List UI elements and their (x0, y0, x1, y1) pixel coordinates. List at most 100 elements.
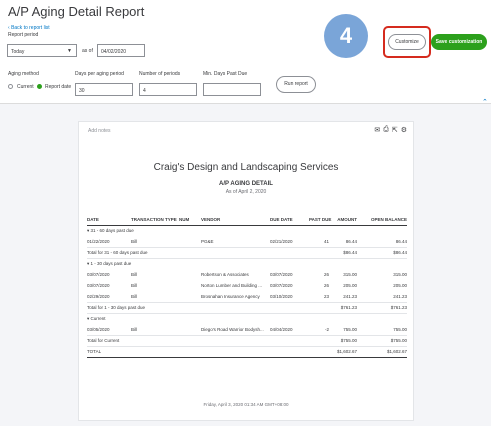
back-link-label: Back to report list (11, 25, 50, 31)
table-cell: 23 (323, 294, 329, 299)
customize-button[interactable]: Customize (388, 34, 426, 50)
table-cell: 315.00 (393, 272, 407, 277)
table-cell: 755.00 (393, 327, 407, 332)
table-cell: 86.44 (395, 239, 407, 244)
table-cell: 03/05/2020 (87, 327, 110, 332)
report-toolbar: A/P Aging Detail Report ‹ Back to report… (0, 0, 491, 106)
table-cell: Norton Lumber and Building ... (201, 283, 263, 288)
column-header: NUM (179, 217, 190, 222)
table-cell: 04/04/2020 (270, 327, 293, 332)
save-customization-button[interactable]: Save customization (431, 34, 487, 50)
grand-total-label: TOTAL (87, 349, 102, 354)
table-cell: 03/07/2020 (270, 272, 293, 277)
table-cell: 41 (323, 239, 329, 244)
report-period-value: Today (11, 49, 25, 55)
current-radio[interactable] (8, 84, 13, 89)
table-cell: 03/07/2020 (270, 283, 293, 288)
days-per-period-label: Days per aging period (75, 71, 124, 77)
collapse-chevron-up-icon[interactable]: ⌃ (482, 98, 488, 106)
num-periods-label: Number of periods (139, 71, 181, 77)
group-toggle[interactable]: ▾ Current (87, 316, 106, 322)
report-date-radio[interactable] (37, 84, 42, 89)
column-header: PAST DUE (309, 217, 332, 222)
table-cell: Bill (131, 294, 138, 299)
table-cell: PG&E (201, 239, 214, 244)
column-header: OPEN BALANCE (370, 217, 407, 222)
group-total-label: Total for 31 - 60 days past due (87, 250, 148, 255)
group-total-open: $86.44 (393, 250, 407, 255)
add-notes-link[interactable]: Add notes (88, 128, 111, 134)
table-cell: 86.44 (345, 239, 357, 244)
group-total-label: Total for Current (87, 338, 120, 343)
table-cell: 315.00 (343, 272, 357, 277)
min-days-input[interactable] (203, 83, 261, 96)
aging-method-label: Aging method (8, 71, 39, 77)
print-icon[interactable]: ⎙ (383, 126, 389, 134)
table-cell: Bill (131, 283, 138, 288)
page-title: A/P Aging Detail Report (8, 4, 145, 19)
table-cell: 205.00 (343, 283, 357, 288)
table-cell: Bill (131, 272, 138, 277)
table-cell: 205.00 (393, 283, 407, 288)
row-divider (87, 302, 407, 303)
report-date: As of April 2, 2020 (225, 189, 267, 195)
as-of-label: as of (82, 48, 93, 54)
current-option-label: Current (17, 84, 34, 90)
row-divider (87, 346, 407, 347)
group-total-open: $761.23 (390, 305, 407, 310)
envelope-icon[interactable]: ✉ (374, 126, 380, 134)
column-header: TRANSACTION TYPE (131, 217, 177, 222)
chevron-down-icon: ▼ (67, 48, 72, 54)
table-cell: 241.23 (393, 294, 407, 299)
group-total-amount: $755.00 (340, 338, 357, 343)
table-cell: Diego's Road Warrior Bodysh... (201, 327, 264, 332)
row-divider (87, 247, 407, 248)
step-number-badge: 4 (324, 14, 368, 58)
days-per-period-value: 30 (79, 88, 85, 94)
company-name: Craig's Design and Landscaping Services (153, 162, 339, 173)
table-cell: Robertson & Associates (201, 272, 249, 277)
export-icon[interactable]: ⇱ (392, 126, 398, 134)
as-of-date-value: 04/02/2020 (101, 49, 127, 55)
num-periods-value: 4 (143, 88, 146, 94)
report-actions: ✉ ⎙ ⇱ ⚙ (374, 126, 407, 134)
grand-total-amount: $1,602.67 (336, 349, 357, 354)
gear-icon[interactable]: ⚙ (401, 126, 407, 134)
back-to-report-list-link[interactable]: ‹ Back to report list (8, 25, 50, 31)
column-header: AMOUNT (337, 217, 357, 222)
table-cell: Brosnahan Insurance Agency (201, 294, 260, 299)
grand-total-open: $1,602.67 (386, 349, 407, 354)
group-total-amount: $761.23 (340, 305, 357, 310)
report-period-select[interactable]: Today ▼ (7, 44, 77, 57)
grand-total-divider (87, 357, 407, 358)
table-cell: 03/07/2020 (87, 272, 110, 277)
table-cell: 01/22/2020 (87, 239, 110, 244)
column-header: DUE DATE (270, 217, 293, 222)
column-header: VENDOR (201, 217, 221, 222)
table-cell: 03/10/2020 (270, 294, 293, 299)
table-cell: 755.00 (343, 327, 357, 332)
column-header: DATE (87, 217, 99, 222)
group-total-label: Total for 1 - 30 days past due (87, 305, 146, 310)
group-total-open: $755.00 (390, 338, 407, 343)
group-total-amount: $86.44 (343, 250, 357, 255)
group-toggle[interactable]: ▾ 31 - 60 days past due (87, 228, 134, 234)
table-cell: 26 (323, 272, 329, 277)
table-cell: Bill (131, 327, 138, 332)
group-toggle[interactable]: ▾ 1 - 30 days past due (87, 261, 131, 267)
report-sheet: Add notes ✉ ⎙ ⇱ ⚙ Craig's Design and Lan… (78, 121, 414, 421)
days-per-period-input[interactable]: 30 (75, 83, 133, 96)
table-cell: -2 (324, 327, 329, 332)
as-of-date-input[interactable]: 04/02/2020 (97, 44, 145, 57)
table-cell: 03/07/2020 (87, 283, 110, 288)
report-title: A/P AGING DETAIL (219, 181, 273, 187)
header-divider (87, 225, 407, 226)
run-report-button[interactable]: Run report (276, 76, 316, 93)
row-divider (87, 313, 407, 314)
table-cell: Bill (131, 239, 138, 244)
row-divider (87, 335, 407, 336)
table-cell: 241.23 (343, 294, 357, 299)
num-periods-input[interactable]: 4 (139, 83, 197, 96)
report-period-label: Report period (8, 32, 39, 38)
report-footer-timestamp: Friday, April 3, 2020 01:34 AM GMT+08:00 (203, 402, 289, 407)
